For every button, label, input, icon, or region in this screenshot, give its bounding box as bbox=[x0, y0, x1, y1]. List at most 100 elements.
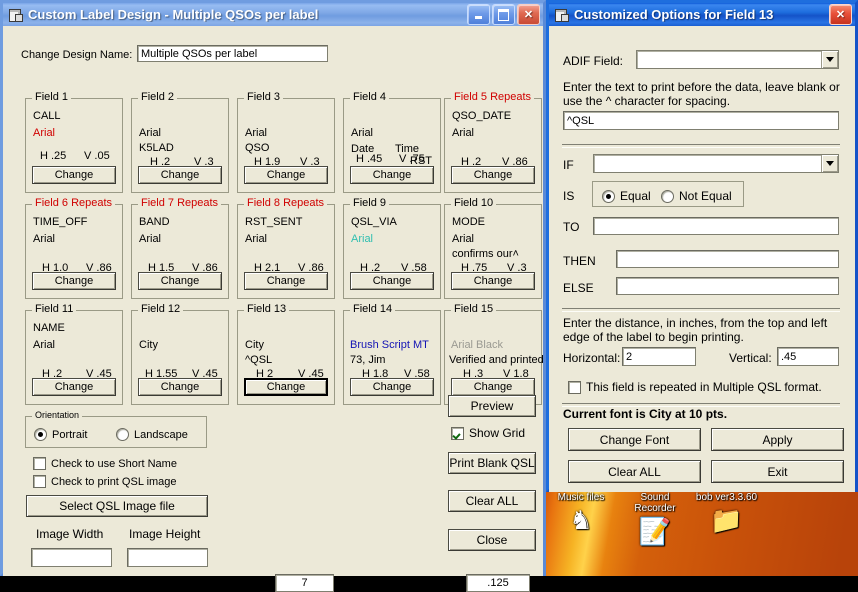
preview-button[interactable]: Preview bbox=[448, 395, 536, 417]
field-7-title: Field 7 Repeats bbox=[138, 198, 222, 209]
field-13-change-button[interactable]: Change bbox=[244, 378, 328, 396]
field-4-change-button[interactable]: Change bbox=[350, 166, 434, 184]
apply-button[interactable]: Apply bbox=[711, 428, 844, 451]
field-2-group: Field 2 Arial K5LAD H .2 V .3 Change bbox=[131, 92, 229, 193]
field-2-change-button[interactable]: Change bbox=[138, 166, 222, 184]
options-close-button[interactable]: ✕ bbox=[829, 4, 852, 25]
is-label: IS bbox=[563, 189, 575, 203]
else-label: ELSE bbox=[563, 281, 594, 295]
image-height-label: Image Height bbox=[129, 527, 201, 541]
print-blank-qsl-button[interactable]: Print Blank QSL bbox=[448, 452, 536, 474]
clear-all-button[interactable]: Clear ALL bbox=[448, 490, 536, 512]
dx-next-qsl-line-input[interactable]: .125 bbox=[466, 574, 530, 592]
main-window-body: Change Design Name: Multiple QSOs per la… bbox=[3, 26, 544, 592]
to-input[interactable] bbox=[593, 217, 839, 235]
radio-equal-indicator bbox=[602, 189, 615, 203]
maximize-button[interactable] bbox=[492, 4, 515, 25]
field-5-change-button[interactable]: Change bbox=[451, 166, 535, 184]
field-4-group: Field 4 Arial Date Time RST H .45 V .75 … bbox=[343, 92, 441, 193]
field-14-change-button[interactable]: Change bbox=[350, 378, 434, 396]
field-6-title: Field 6 Repeats bbox=[32, 198, 116, 209]
vertical-input[interactable]: .45 bbox=[777, 347, 839, 366]
design-name-input[interactable]: Multiple QSOs per label bbox=[137, 45, 328, 62]
radio-not-equal-indicator bbox=[661, 189, 674, 203]
close-button-main[interactable]: Close bbox=[448, 529, 536, 551]
field-12-group: Field 12 City H 1.55 V .45 Change bbox=[131, 304, 229, 405]
then-label: THEN bbox=[563, 254, 596, 268]
close-button[interactable]: ✕ bbox=[517, 4, 540, 25]
desktop-icon-label: bob ver3.3.60 bbox=[695, 492, 758, 503]
field-14-line2: Brush Script MT bbox=[350, 339, 429, 351]
radio-landscape[interactable]: Landscape bbox=[116, 428, 188, 441]
field-4-v: V .75 bbox=[399, 153, 425, 165]
field-8-line2: Arial bbox=[245, 233, 268, 245]
to-label: TO bbox=[563, 220, 580, 234]
current-font-status: Current font is City at 10 pts. bbox=[563, 407, 728, 421]
image-width-input[interactable] bbox=[31, 548, 112, 567]
change-font-button[interactable]: Change Font bbox=[568, 428, 701, 451]
field-4-title: Field 4 bbox=[350, 92, 390, 103]
divider-1 bbox=[562, 144, 840, 148]
field-11-line2: Arial bbox=[33, 339, 56, 351]
field-1-change-button[interactable]: Change bbox=[32, 166, 116, 184]
checkbox-repeat-multiple-qsl[interactable]: This field is repeated in Multiple QSL f… bbox=[568, 380, 822, 394]
field-4-line1: Arial bbox=[351, 127, 374, 139]
chevron-down-icon[interactable] bbox=[821, 51, 838, 68]
checkbox-show-grid[interactable]: Show Grid bbox=[451, 426, 525, 440]
field-15-change-button[interactable]: Change bbox=[451, 378, 535, 396]
field-7-change-button[interactable]: Change bbox=[138, 272, 222, 290]
field-6-change-button[interactable]: Change bbox=[32, 272, 116, 290]
field-9-line1: QSL_VIA bbox=[351, 216, 397, 228]
field-1-line2: Arial bbox=[33, 127, 56, 139]
field-10-line1: MODE bbox=[452, 216, 485, 228]
image-height-input[interactable] bbox=[127, 548, 208, 567]
field-12-change-button[interactable]: Change bbox=[138, 378, 222, 396]
desktop-icon-bob-folder[interactable]: bob ver3.3.60 📁 bbox=[679, 492, 774, 537]
radio-portrait[interactable]: Portrait bbox=[34, 428, 87, 441]
checkbox-repeat-multiple-qsl-box bbox=[568, 380, 581, 394]
field-5-title: Field 5 Repeats bbox=[451, 92, 535, 103]
chevron-down-icon[interactable] bbox=[821, 155, 838, 172]
desktop-icon-music-files[interactable]: Music files ♞ bbox=[546, 492, 616, 537]
multi-line-qsl-label: Multi Line QSL: bbox=[19, 576, 102, 590]
radio-not-equal[interactable]: Not Equal bbox=[661, 189, 732, 203]
field-10-change-button[interactable]: Change bbox=[451, 272, 535, 290]
field-8-title: Field 8 Repeats bbox=[244, 198, 328, 209]
checkbox-show-grid-label: Show Grid bbox=[469, 426, 526, 440]
field-3-title: Field 3 bbox=[244, 92, 284, 103]
checkbox-print-qsl-image[interactable]: Check to print QSL image bbox=[33, 475, 177, 488]
then-input[interactable] bbox=[616, 250, 839, 268]
field-14-title: Field 14 bbox=[350, 304, 396, 315]
checkbox-short-name-box bbox=[33, 457, 46, 470]
checkbox-short-name[interactable]: Check to use Short Name bbox=[33, 457, 177, 470]
else-input[interactable] bbox=[616, 277, 839, 295]
select-qsl-image-file-button[interactable]: Select QSL Image file bbox=[26, 495, 208, 517]
field-7-group: Field 7 Repeats BAND Arial H 1.5 V .86 C… bbox=[131, 198, 229, 299]
field-15-group: Field 15 Arial Black Verified and printe… bbox=[444, 304, 544, 405]
field-9-change-button[interactable]: Change bbox=[350, 272, 434, 290]
field-11-change-button[interactable]: Change bbox=[32, 378, 116, 396]
window-app-icon bbox=[7, 8, 23, 22]
adif-field-combobox[interactable] bbox=[636, 50, 839, 69]
main-window-titlebar[interactable]: Custom Label Design - Multiple QSOs per … bbox=[3, 3, 543, 26]
field-10-group: Field 10 MODE Arial confirms our˄ H .75 … bbox=[444, 198, 542, 299]
field-15-line3: Verified and printed bbox=[449, 354, 544, 366]
nbr-qsl-lines-input[interactable]: 7 bbox=[275, 574, 334, 592]
radio-not-equal-label: Not Equal bbox=[679, 189, 732, 203]
field-10-title: Field 10 bbox=[451, 198, 497, 209]
options-window-titlebar[interactable]: Customized Options for Field 13 ✕ bbox=[549, 3, 855, 26]
exit-button[interactable]: Exit bbox=[711, 460, 844, 483]
field-8-change-button[interactable]: Change bbox=[244, 272, 328, 290]
pegasus-icon: ♞ bbox=[569, 505, 593, 535]
dx-next-qsl-line-label: Dx to Next QSL Line: bbox=[351, 576, 464, 590]
minimize-button[interactable] bbox=[467, 4, 490, 25]
options-window-title: Customized Options for Field 13 bbox=[574, 7, 774, 22]
field-3-change-button[interactable]: Change bbox=[244, 166, 328, 184]
horizontal-input[interactable]: 2 bbox=[622, 347, 696, 366]
if-combobox[interactable] bbox=[593, 154, 839, 173]
clear-all-options-button[interactable]: Clear ALL bbox=[568, 460, 701, 483]
main-window-title: Custom Label Design - Multiple QSOs per … bbox=[28, 7, 319, 22]
prefix-text-input[interactable]: ^QSL bbox=[563, 111, 839, 130]
radio-equal[interactable]: Equal bbox=[602, 189, 651, 203]
radio-landscape-label: Landscape bbox=[134, 428, 188, 441]
